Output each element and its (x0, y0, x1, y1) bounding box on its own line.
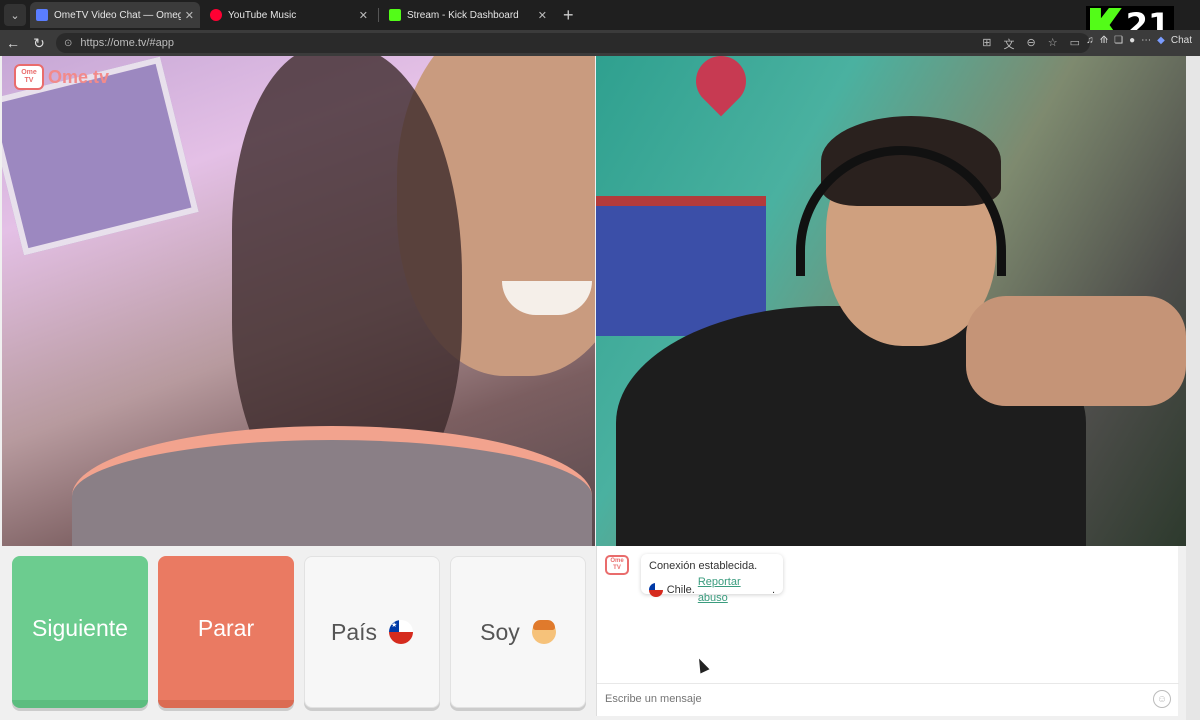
tab-title: YouTube Music (228, 9, 297, 21)
split-icon[interactable]: ⟰ (1100, 35, 1108, 46)
url-text: https://ome.tv/#app (80, 37, 174, 49)
chat-ext-label[interactable]: Chat (1171, 35, 1192, 46)
connection-status: Conexión establecida. (649, 560, 758, 572)
close-tab-icon[interactable]: ✕ (185, 9, 194, 22)
close-tab-icon[interactable]: ✕ (538, 9, 547, 22)
message-composer: ☺ (597, 683, 1179, 713)
youtube-music-favicon-icon (210, 9, 222, 21)
person-shirt (72, 426, 592, 546)
gender-button[interactable]: Soy (450, 556, 586, 708)
gender-label: Soy (480, 618, 520, 645)
profile-icon[interactable]: ● (1129, 35, 1135, 46)
country-label: País (330, 618, 378, 645)
ometv-logo-icon: Ome TV (14, 64, 44, 90)
self-video (596, 56, 1186, 546)
back-icon[interactable]: ← (0, 35, 26, 51)
heart-graffiti (685, 56, 757, 117)
ometv-logo: Ome TV Ome.tv (14, 64, 109, 90)
mouse-cursor-icon (694, 656, 710, 674)
url-action-icons: ⊞ 文 ⊖ ☆ ▭ (982, 36, 1080, 52)
tab-kick-dashboard[interactable]: Stream - Kick Dashboard ✕ (383, 2, 553, 28)
chile-flag-icon: ★ (389, 620, 414, 644)
menu-dots-icon[interactable]: ⋯ (1141, 35, 1151, 46)
reload-icon[interactable]: ↻ (26, 35, 52, 52)
tab-strip: ⌄ OmeTV Video Chat — Omegle ✕ YouTube Mu… (0, 0, 1200, 30)
chat-controls: Siguiente Parar País ★ Soy (0, 546, 595, 720)
collections-icon[interactable]: ❏ (1114, 35, 1123, 46)
translate-icon[interactable]: 文 (1004, 36, 1015, 52)
tab-separator (378, 8, 379, 22)
page-scrollbar[interactable] (1186, 56, 1200, 720)
boy-emoji-icon (531, 620, 556, 644)
tab-title: Stream - Kick Dashboard (407, 9, 519, 21)
tab-list-button[interactable]: ⌄ (4, 4, 26, 26)
close-tab-icon[interactable]: ✕ (359, 9, 368, 22)
partner-country: Chile. (666, 584, 695, 596)
kick-favicon-icon (389, 9, 401, 21)
favorite-star-icon[interactable]: ☆ (1048, 36, 1058, 52)
ometv-page: Ome TV Ome.tv Siguiente Parar País ★ Soy … (0, 56, 1200, 720)
bed-blanket (596, 196, 766, 336)
url-field[interactable]: ⊙ https://ome.tv/#app (56, 33, 1090, 53)
partner-video: Ome TV Ome.tv (2, 56, 595, 546)
camera-icon[interactable]: ▭ (1070, 36, 1080, 52)
message-input[interactable] (605, 692, 1125, 705)
report-abuse-link[interactable]: Reportar abuso (698, 574, 772, 606)
country-filter-button[interactable]: País ★ (304, 556, 440, 708)
site-info-icon[interactable]: ⊙ (64, 38, 72, 49)
ometv-chat-avatar-icon: Ome TV (605, 555, 629, 575)
copilot-icon[interactable]: ◆ (1157, 35, 1165, 46)
arm (966, 296, 1186, 406)
stop-button[interactable]: Parar (158, 556, 294, 708)
new-tab-icon[interactable]: + (563, 5, 574, 26)
apps-icon[interactable]: ⊞ (982, 36, 991, 52)
extension-icons: ♫ ⟰ ❏ ● ⋯ ◆ Chat (1086, 35, 1192, 46)
report-suffix: . (771, 584, 775, 596)
more-tools-icon[interactable]: ⊖ (1027, 36, 1036, 52)
ometv-logo-text: Ome.tv (48, 66, 110, 87)
tab-ometv[interactable]: OmeTV Video Chat — Omegle ✕ (30, 2, 200, 28)
chile-flag-icon (649, 583, 663, 597)
tab-youtube-music[interactable]: YouTube Music ✕ (204, 2, 374, 28)
ometv-favicon-icon (36, 9, 48, 21)
tab-title: OmeTV Video Chat — Omegle (54, 9, 181, 21)
audio-icon[interactable]: ♫ (1086, 35, 1094, 46)
next-button[interactable]: Siguiente (12, 556, 148, 708)
system-message: Conexión establecida. Chile. Reportar ab… (641, 554, 783, 604)
emoji-icon[interactable]: ☺ (1153, 690, 1171, 708)
chat-panel: Ome TV Conexión establecida. Chile. Repor… (596, 546, 1179, 716)
